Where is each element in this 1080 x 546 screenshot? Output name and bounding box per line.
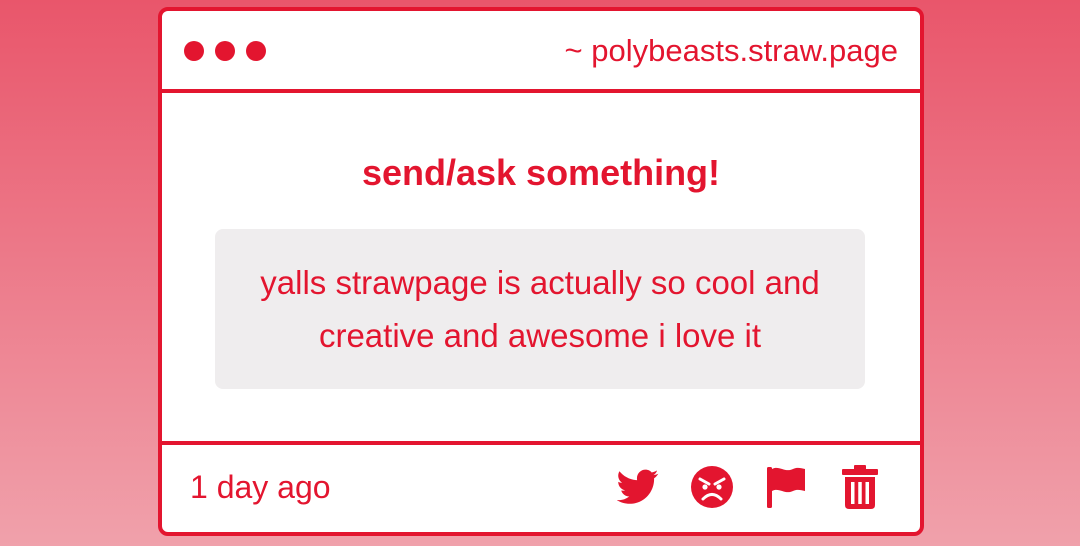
page-title: send/ask something! bbox=[361, 152, 721, 193]
card-content: send/ask something! yalls strawpage is a… bbox=[162, 93, 920, 441]
trash-icon bbox=[842, 465, 878, 509]
window-dots bbox=[184, 41, 266, 61]
report-button[interactable] bbox=[764, 465, 808, 509]
message-card: ~ polybeasts.straw.page send/ask somethi… bbox=[158, 7, 924, 536]
window-titlebar: ~ polybeasts.straw.page bbox=[162, 11, 920, 93]
action-bar bbox=[616, 465, 882, 509]
page-url[interactable]: ~ polybeasts.straw.page bbox=[565, 31, 898, 71]
card-footer: 1 day ago bbox=[162, 441, 920, 536]
flag-icon bbox=[767, 467, 805, 508]
angry-face-icon bbox=[691, 466, 733, 508]
message-text: yalls strawpage is actually so cool and … bbox=[260, 264, 820, 354]
twitter-icon bbox=[617, 469, 659, 504]
window-dot bbox=[246, 41, 266, 61]
window-dot bbox=[215, 41, 235, 61]
message-box: yalls strawpage is actually so cool and … bbox=[215, 229, 865, 389]
timestamp: 1 day ago bbox=[190, 469, 331, 505]
react-angry-button[interactable] bbox=[690, 465, 734, 509]
twitter-share-button[interactable] bbox=[616, 465, 660, 509]
delete-button[interactable] bbox=[838, 465, 882, 509]
window-dot bbox=[184, 41, 204, 61]
